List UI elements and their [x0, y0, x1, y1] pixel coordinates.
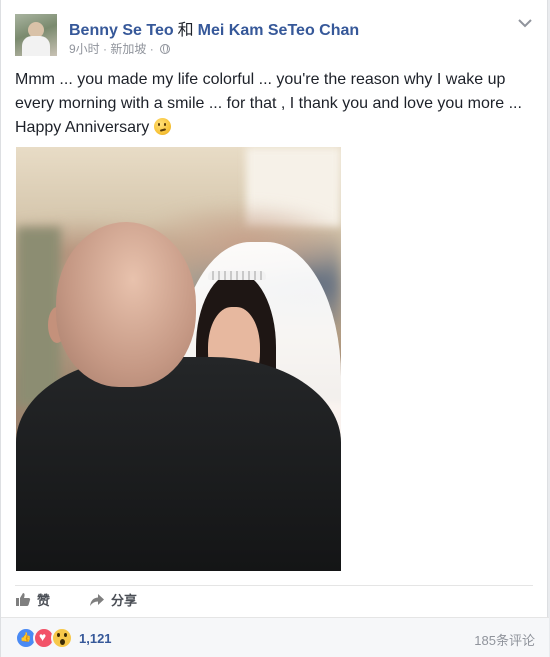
- wow-reaction-icon: [51, 627, 73, 649]
- author-avatar[interactable]: [15, 14, 57, 56]
- author-names: Benny Se Teo 和 Mei Kam SeTeo Chan: [69, 16, 359, 40]
- photo-groom-body: [16, 357, 341, 571]
- like-button[interactable]: 赞: [15, 590, 50, 609]
- post-photo[interactable]: [16, 147, 341, 571]
- author-primary-link[interactable]: Benny Se Teo: [69, 22, 174, 39]
- comments-count[interactable]: 185条评论: [474, 630, 535, 649]
- reactions-summary[interactable]: 1,121: [15, 627, 112, 649]
- post-message-text: Mmm ... you made my life colorful ... yo…: [15, 71, 522, 136]
- post-location[interactable]: 新加坡: [110, 42, 146, 56]
- post-footer: 1,121 185条评论: [1, 617, 549, 657]
- share-label: 分享: [111, 593, 138, 608]
- author-connector: 和: [177, 22, 194, 39]
- post-time[interactable]: 9小时: [69, 42, 100, 56]
- post-meta: 9小时 · 新加坡 ·: [69, 40, 171, 57]
- post-message: Mmm ... you made my life colorful ... yo…: [15, 68, 535, 140]
- thumbs-up-icon: [16, 593, 31, 606]
- reaction-count[interactable]: 1,121: [79, 631, 112, 646]
- share-button[interactable]: 分享: [89, 590, 137, 609]
- photo-groom-head: [56, 222, 196, 387]
- avatar-body: [22, 36, 50, 56]
- globe-icon[interactable]: [160, 44, 171, 54]
- post-header: Benny Se Teo 和 Mei Kam SeTeo Chan 9小时 · 新加…: [15, 14, 533, 62]
- thinking-face-icon: [153, 118, 171, 135]
- chevron-down-icon[interactable]: [517, 18, 533, 30]
- share-arrow-icon: [90, 593, 104, 606]
- post-card: Benny Se Teo 和 Mei Kam SeTeo Chan 9小时 · 新加…: [0, 0, 549, 657]
- photo-tiara: [208, 271, 266, 280]
- meta-separator: ·: [103, 42, 108, 56]
- author-secondary-link[interactable]: Mei Kam SeTeo Chan: [198, 22, 360, 39]
- like-label: 赞: [37, 593, 51, 608]
- meta-separator-2: ·: [149, 42, 154, 56]
- action-divider: [15, 585, 533, 586]
